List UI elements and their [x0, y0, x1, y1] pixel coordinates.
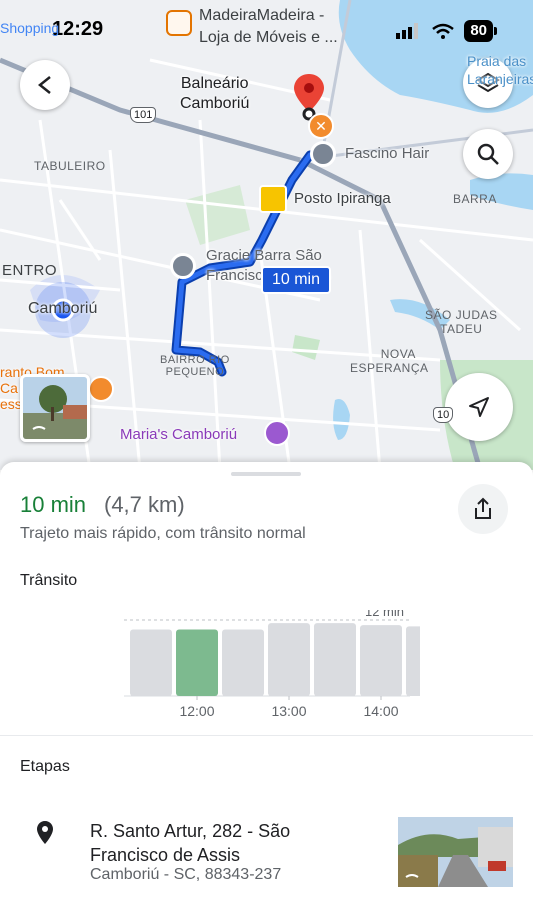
route-subtitle: Trajeto mais rápido, com trânsito normal [20, 525, 306, 542]
city-label: Balneário Camboriú [180, 75, 250, 112]
share-icon [475, 497, 491, 519]
status-time: 12:29 [52, 18, 104, 40]
area-barra: BARRA [453, 192, 497, 206]
area-praia: Praia das Laranjeiras [467, 53, 533, 87]
street-view-image [23, 377, 87, 439]
chart-bar-12:30 [222, 629, 264, 696]
area-nova-esperanca: NOVA ESPERANÇA [350, 347, 429, 375]
navigation-arrow-icon [469, 397, 489, 417]
back-button[interactable] [20, 60, 70, 110]
chart-tick-label: 12:00 [179, 703, 214, 719]
location-pin-icon [37, 821, 53, 844]
route-sheet: 10 min (4,7 km) Trajeto mais rápido, com… [0, 462, 533, 900]
gas-station-icon[interactable] [259, 185, 287, 213]
origin-label: Camboriú [28, 300, 98, 317]
road-shield-101b: 10 [433, 407, 454, 423]
back-app-label[interactable]: Shopping [0, 20, 59, 36]
poi-posto-ipiranga[interactable]: Posto Ipiranga [294, 190, 391, 207]
chart-bar-13:00 [268, 623, 310, 696]
area-sao-judas: SÃO JUDAS TADEU [425, 308, 498, 336]
signal-icon [396, 23, 419, 39]
home-store-icon [166, 10, 192, 36]
street-view-thumbnail[interactable] [20, 374, 90, 442]
map-view[interactable]: 12:29 Shopping MadeiraMadeira - Loja de … [0, 0, 533, 470]
wifi-icon [432, 23, 455, 39]
step-address[interactable]: R. Santo Artur, 282 - São Francisco de A… [90, 819, 380, 867]
poi-marias-camboriu[interactable]: Maria's Camboriú [120, 426, 237, 443]
waypoint-icon[interactable] [310, 141, 336, 167]
divider [0, 735, 533, 736]
chart-bar-14:00 [360, 625, 402, 696]
route-distance: (4,7 km) [104, 492, 185, 517]
chart-bar-11:30 [130, 629, 172, 696]
route-duration: 10 min [20, 492, 87, 517]
route-time-badge[interactable]: 10 min [261, 266, 331, 294]
chart-reference-label: 12 min [365, 610, 404, 619]
area-bairro-rio-pequeno: BAIRRO RIO PEQUENO [160, 354, 230, 378]
area-tabuleiro: TABULEIRO [34, 159, 106, 173]
step-street-view-thumbnail[interactable] [398, 817, 513, 887]
chart-bar-13:30 [314, 623, 356, 696]
sheet-drag-handle[interactable] [231, 472, 301, 476]
traffic-title: Trânsito [20, 572, 78, 589]
poi-fascino-hair[interactable]: Fascino Hair [345, 145, 429, 162]
area-centro: ENTRO [2, 262, 57, 279]
recenter-button[interactable] [445, 373, 513, 441]
restaurant-icon[interactable]: ✕ [308, 113, 334, 139]
share-button[interactable] [458, 484, 508, 534]
traffic-chart: 12 min 12:00 13:00 14:00 [124, 610, 420, 719]
status-icons: 80 [396, 20, 497, 42]
street-view-image [398, 817, 513, 887]
chart-bar-12:00 [176, 629, 218, 696]
steps-title: Etapas [20, 758, 70, 775]
search-button[interactable] [463, 129, 513, 179]
shopping-icon[interactable] [264, 420, 290, 446]
step-city: Camboriú - SC, 88343-237 [90, 866, 282, 883]
chart-bar-14:30 [406, 626, 420, 696]
waypoint-icon[interactable] [170, 253, 196, 279]
restaurant-icon[interactable] [88, 376, 114, 402]
arrow-left-icon [37, 76, 51, 94]
notification-title: MadeiraMadeira - Loja de Móveis e ... [199, 7, 338, 46]
chart-tick-label: 14:00 [363, 703, 398, 719]
battery-indicator: 80 [464, 20, 497, 42]
chart-tick-label: 13:00 [271, 703, 306, 719]
road-shield-101: 101 [130, 107, 157, 123]
search-icon [477, 143, 499, 165]
